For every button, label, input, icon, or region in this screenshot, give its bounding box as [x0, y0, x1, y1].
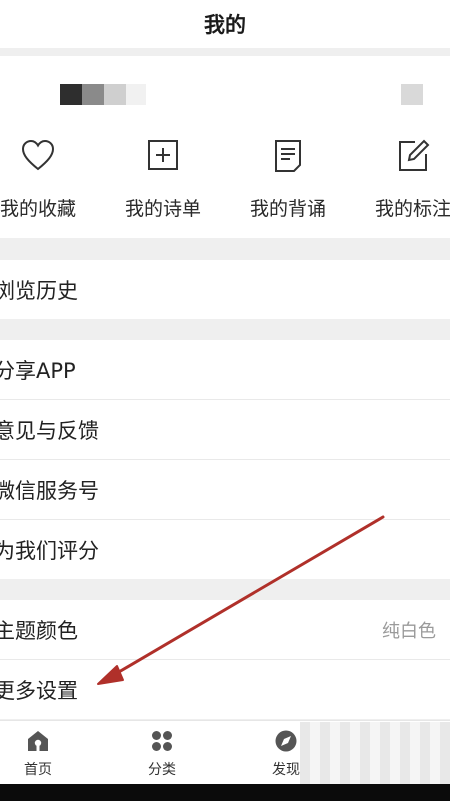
quick-action-poem-list[interactable]: 我的诗单 [108, 138, 218, 221]
quick-action-annotations[interactable]: 我的标注 [358, 138, 450, 221]
quick-action-label: 我的诗单 [124, 198, 201, 220]
quick-action-label: 我的背诵 [249, 198, 326, 220]
menu-item-label: 分享APP [0, 358, 76, 383]
menu-item-share-app[interactable]: 分享APP [0, 340, 450, 400]
menu-item-more-settings[interactable]: 更多设置 [0, 660, 450, 719]
quick-actions: 我的收藏 我的诗单 我的背诵 我的标注 [0, 138, 450, 228]
quick-action-favorites[interactable]: 我的收藏 [0, 138, 93, 221]
bottom-bar [0, 784, 450, 801]
menu-item-wechat-service[interactable]: 微信服务号 [0, 460, 450, 520]
profile-card: 我的收藏 我的诗单 我的背诵 我的标注 [0, 56, 450, 238]
menu-item-feedback[interactable]: 意见与反馈 [0, 400, 450, 460]
menu-item-label: 为我们评分 [0, 538, 99, 563]
menu-item-theme-color[interactable]: 主题颜色 纯白色 [0, 600, 450, 660]
quick-action-label: 我的标注 [374, 198, 450, 220]
tab-home[interactable]: 首页 [0, 729, 78, 779]
tab-label: 首页 [24, 762, 52, 778]
page-title: 我的 [204, 13, 246, 37]
category-icon [152, 731, 172, 751]
menu-item-label: 浏览历史 [0, 278, 78, 303]
menu-item-history[interactable]: 浏览历史 [0, 260, 450, 319]
menu-item-label: 更多设置 [0, 678, 78, 703]
edit-icon [399, 139, 430, 171]
menu-item-label: 微信服务号 [0, 478, 99, 503]
heart-icon [21, 139, 55, 171]
theme-color-value: 纯白色 [382, 620, 436, 642]
tab-label: 分类 [148, 762, 176, 778]
blurred-region [300, 722, 450, 784]
redacted-avatar[interactable] [401, 84, 423, 105]
tab-category[interactable]: 分类 [122, 729, 202, 779]
home-icon [28, 731, 48, 751]
quick-action-label: 我的收藏 [0, 198, 76, 220]
compass-icon [275, 730, 297, 752]
menu-item-label: 主题颜色 [0, 618, 78, 643]
misc-section: 分享APP 意见与反馈 微信服务号 为我们评分 [0, 340, 450, 579]
document-icon [275, 140, 301, 172]
plus-box-icon [148, 140, 178, 170]
menu-item-label: 意见与反馈 [0, 418, 99, 443]
profile-page: 我的 我的收藏 我的诗单 我的背诵 我的标注 浏览历史 分享APP 意见与反馈 … [0, 0, 450, 801]
settings-section: 主题颜色 纯白色 更多设置 [0, 600, 450, 719]
menu-item-rate-us[interactable]: 为我们评分 [0, 520, 450, 579]
page-header: 我的 [0, 0, 450, 48]
quick-action-recite[interactable]: 我的背诵 [233, 138, 343, 221]
history-section: 浏览历史 [0, 260, 450, 319]
